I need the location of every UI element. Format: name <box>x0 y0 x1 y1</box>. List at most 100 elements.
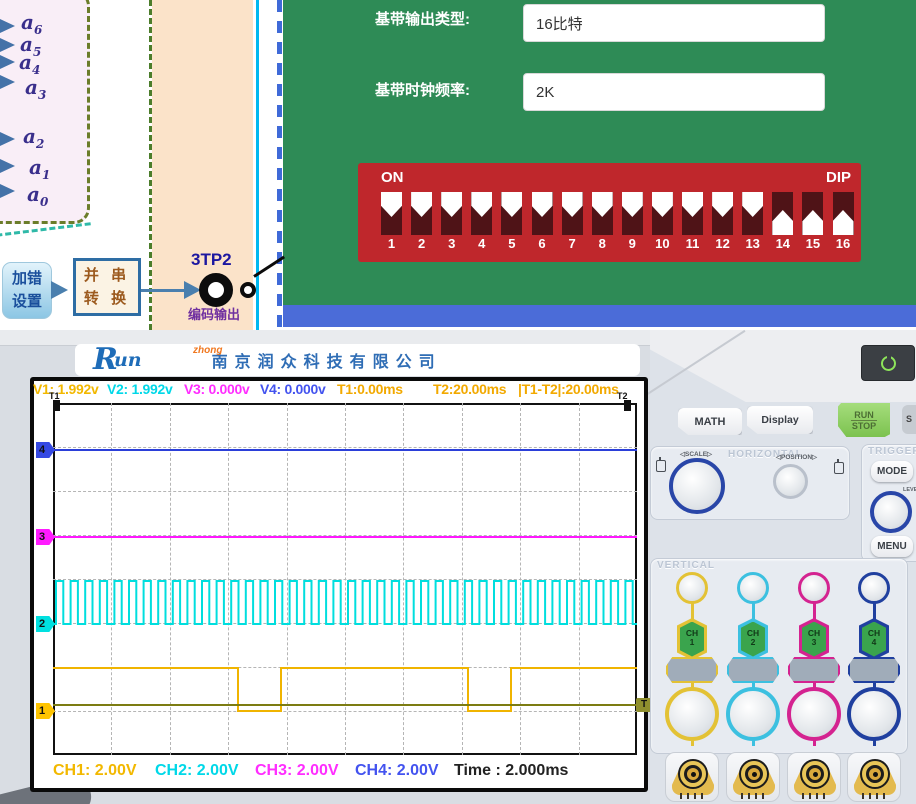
run-stop-button[interactable]: RUN STOP <box>838 403 890 437</box>
bnc-tick <box>802 793 804 799</box>
dip-number: 13 <box>740 236 765 251</box>
baseband-type-input[interactable] <box>523 4 825 42</box>
dip-toggle[interactable] <box>411 192 432 217</box>
ch3-position-knob[interactable] <box>798 572 830 604</box>
channel-connector-plate <box>727 657 779 683</box>
power-button[interactable] <box>861 345 915 381</box>
readout-CH2: CH2: 2.00V <box>155 762 239 780</box>
dip-toggle[interactable] <box>772 210 793 235</box>
dip-switch-8[interactable] <box>592 192 613 235</box>
ch2-button[interactable]: CH2 <box>738 618 768 660</box>
dip-number: 9 <box>620 236 645 251</box>
dip-number: 5 <box>499 236 524 251</box>
bnc-connector-ch2[interactable] <box>726 752 780 802</box>
bnc-tick <box>862 793 864 799</box>
dip-switch-2[interactable] <box>411 192 432 235</box>
ch3-button[interactable]: CH3 <box>799 618 829 660</box>
bnc-tick <box>876 793 878 799</box>
dip-toggle[interactable] <box>501 192 522 217</box>
dip-switch-11[interactable] <box>682 192 703 235</box>
math-button[interactable]: MATH <box>678 408 742 435</box>
channel-connector-plate <box>666 657 718 683</box>
horizontal-position-knob[interactable] <box>773 464 808 499</box>
bnc-connector-ch4[interactable] <box>847 752 901 802</box>
dip-toggle[interactable] <box>802 210 823 235</box>
add-error-button[interactable]: 加错 设置 <box>2 262 52 319</box>
dip-switch-13[interactable] <box>742 192 763 235</box>
bnc-tick <box>762 793 764 799</box>
bnc-tick <box>748 793 750 799</box>
horizontal-scale-knob[interactable] <box>669 458 725 514</box>
trigger-mode-button[interactable]: MODE <box>871 461 913 482</box>
measurement-T1T2: |T1-T2|:20.00ms <box>518 381 619 397</box>
readout-CH4: CH4: 2.00V <box>355 762 439 780</box>
ch2-position-knob[interactable] <box>737 572 769 604</box>
dip-switch-14[interactable] <box>772 192 793 235</box>
dip-number: 14 <box>770 236 795 251</box>
dip-toggle[interactable] <box>592 192 613 217</box>
single-button-partial[interactable]: S <box>902 405 916 434</box>
dip-switch-7[interactable] <box>562 192 583 235</box>
ch1-scale-knob[interactable] <box>665 687 719 741</box>
dip-switch-12[interactable] <box>712 192 733 235</box>
probe-connector[interactable] <box>240 282 256 298</box>
dip-on-label: ON <box>381 169 404 186</box>
readout-CH3: CH3: 2.00V <box>255 762 339 780</box>
ch-button-face: CH4 <box>862 622 886 657</box>
push-knob-icon <box>656 460 666 472</box>
ch4-position-knob[interactable] <box>858 572 890 604</box>
bnc-tick <box>809 793 811 799</box>
bnc-connector-ch3[interactable] <box>787 752 841 802</box>
dip-toggle[interactable] <box>712 192 733 217</box>
dip-toggle[interactable] <box>833 210 854 235</box>
bit-label: a2 <box>23 126 44 150</box>
section-divider-green <box>149 0 152 330</box>
dip-switch-6[interactable] <box>532 192 553 235</box>
section-divider-cyan <box>256 0 259 330</box>
dip-switch-3[interactable] <box>441 192 462 235</box>
scale-label: ◁SCALE▷ <box>680 450 712 458</box>
ch-button-face: CH2 <box>741 622 765 657</box>
dip-toggle[interactable] <box>562 192 583 217</box>
trigger-title: TRIGGER <box>868 446 916 457</box>
dip-toggle[interactable] <box>682 192 703 217</box>
ch-button-label: CH3 <box>802 629 826 649</box>
waveform-layer <box>53 403 637 755</box>
ch1-position-knob[interactable] <box>676 572 708 604</box>
ch3-scale-knob[interactable] <box>787 687 841 741</box>
ch4-button[interactable]: CH4 <box>859 618 889 660</box>
dip-switch-9[interactable] <box>622 192 643 235</box>
bnc-tick <box>823 793 825 799</box>
ch2-scale-knob[interactable] <box>726 687 780 741</box>
dip-switch-5[interactable] <box>501 192 522 235</box>
testpoint-3tp2[interactable] <box>199 273 233 307</box>
brand-bar: R un zhong 南京润众科技有限公司 <box>75 344 640 376</box>
baseband-clock-input[interactable] <box>523 73 825 111</box>
measurement-V1: V1: 1.992v <box>33 381 99 397</box>
trigger-menu-button[interactable]: MENU <box>871 536 913 557</box>
dip-number: 16 <box>831 236 856 251</box>
dip-toggle[interactable] <box>441 192 462 217</box>
bnc-tick <box>741 793 743 799</box>
dip-switch-1[interactable] <box>381 192 402 235</box>
dip-switch-10[interactable] <box>652 192 673 235</box>
dip-toggle[interactable] <box>742 192 763 217</box>
dip-toggle[interactable] <box>622 192 643 217</box>
display-button[interactable]: Display <box>747 406 813 434</box>
dip-toggle[interactable] <box>471 192 492 217</box>
dip-toggle[interactable] <box>532 192 553 217</box>
dip-toggle[interactable] <box>652 192 673 217</box>
dip-switch-15[interactable] <box>802 192 823 235</box>
dip-switch-block: ON DIP 12345678910111213141516 <box>358 163 861 262</box>
measurement-T2: T2:20.00ms <box>433 381 506 397</box>
ch4-scale-knob[interactable] <box>847 687 901 741</box>
dip-switch-4[interactable] <box>471 192 492 235</box>
dip-toggle[interactable] <box>381 192 402 217</box>
bnc-tick <box>869 793 871 799</box>
trigger-level-knob[interactable] <box>870 491 912 533</box>
measurement-T1: T1:0.00ms <box>337 381 403 397</box>
dip-switch-16[interactable] <box>833 192 854 235</box>
ch1-button[interactable]: CH1 <box>677 618 707 660</box>
testpoint-label: 3TP2 <box>191 250 232 270</box>
bnc-connector-ch1[interactable] <box>665 752 719 802</box>
